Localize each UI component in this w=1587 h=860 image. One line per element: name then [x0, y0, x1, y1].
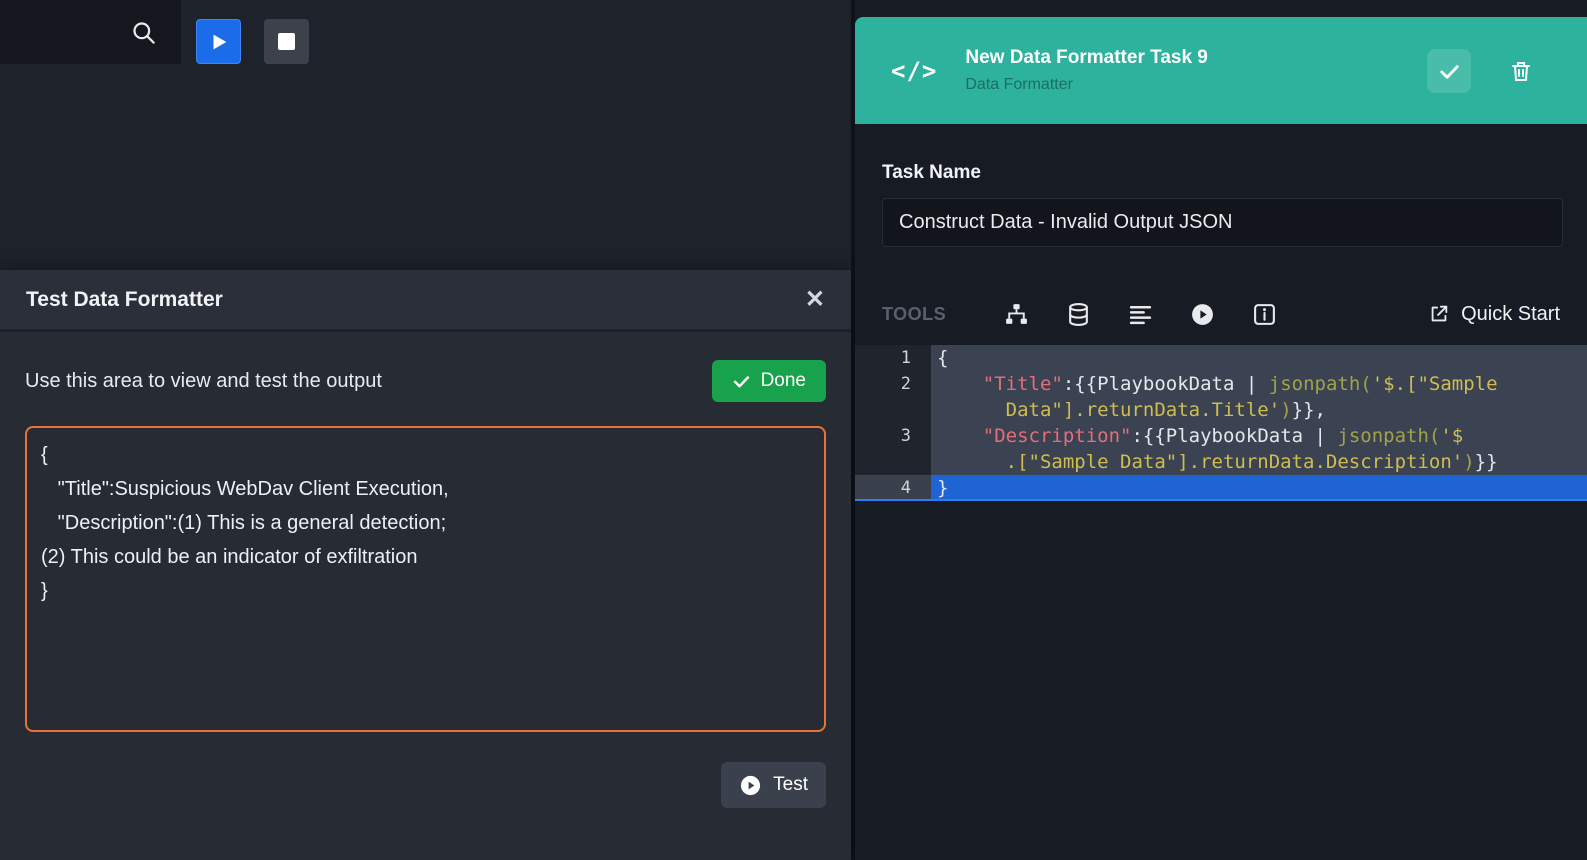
- check-icon: [732, 372, 751, 391]
- task-name-label: Task Name: [882, 162, 981, 184]
- code-line-text: .["Sample Data"].returnData.Description'…: [931, 449, 1587, 475]
- task-title: New Data Formatter Task 9: [965, 47, 1208, 69]
- check-icon: [1438, 60, 1461, 83]
- close-icon[interactable]: ✕: [805, 288, 825, 312]
- test-data-formatter-modal: Test Data Formatter ✕ Use this area to v…: [0, 270, 851, 860]
- tools-label: TOOLS: [882, 304, 946, 325]
- line-number: [855, 449, 931, 475]
- hierarchy-icon[interactable]: [1004, 302, 1029, 327]
- code-line-text: Data"].returnData.Title')}},: [931, 397, 1587, 423]
- line-number: 1: [855, 345, 931, 371]
- play-circle-icon[interactable]: [1190, 302, 1215, 327]
- output-textarea[interactable]: { "Title":Suspicious WebDav Client Execu…: [25, 426, 826, 732]
- code-line[interactable]: Data"].returnData.Title')}},: [855, 397, 1587, 423]
- test-button-label: Test: [773, 774, 808, 796]
- trash-icon: [1509, 58, 1533, 84]
- app-root: Test Data Formatter ✕ Use this area to v…: [0, 0, 1587, 860]
- code-line[interactable]: .["Sample Data"].returnData.Description'…: [855, 449, 1587, 475]
- run-button[interactable]: [196, 19, 241, 64]
- modal-body: Use this area to view and test the outpu…: [0, 360, 851, 808]
- code-editor[interactable]: 1{2 "Title":{{PlaybookData | jsonpath('$…: [855, 345, 1587, 501]
- done-button-label: Done: [761, 370, 806, 392]
- stop-icon: [278, 33, 295, 50]
- delete-task-button[interactable]: [1499, 49, 1543, 93]
- code-line-text: {: [931, 345, 1587, 371]
- line-number: 2: [855, 371, 931, 397]
- task-name-input[interactable]: [882, 198, 1563, 247]
- search-icon: [130, 19, 157, 46]
- test-button[interactable]: Test: [721, 762, 826, 808]
- code-line-text: "Description":{{PlaybookData | jsonpath(…: [931, 423, 1587, 449]
- line-number: [855, 397, 931, 423]
- done-button[interactable]: Done: [712, 360, 826, 402]
- quick-start-label: Quick Start: [1461, 303, 1560, 326]
- code-line[interactable]: 2 "Title":{{PlaybookData | jsonpath('$.[…: [855, 371, 1587, 397]
- info-icon[interactable]: [1252, 302, 1277, 327]
- stop-button[interactable]: [264, 19, 309, 64]
- search-box[interactable]: [0, 0, 181, 64]
- tools-bar: TOOLS: [855, 288, 1587, 340]
- code-line[interactable]: 4}: [855, 475, 1587, 501]
- line-number: 3: [855, 423, 931, 449]
- code-line-text: }: [931, 475, 1587, 499]
- modal-title: Test Data Formatter: [26, 288, 223, 312]
- lines-icon[interactable]: [1128, 302, 1153, 327]
- line-number: 4: [855, 475, 931, 499]
- modal-header: Test Data Formatter ✕: [0, 270, 851, 332]
- code-line[interactable]: 1{: [855, 345, 1587, 371]
- code-icon: </>: [891, 57, 937, 85]
- confirm-task-button[interactable]: [1427, 49, 1471, 93]
- task-config-panel: </> New Data Formatter Task 9 Data Forma…: [855, 0, 1587, 860]
- modal-instruction: Use this area to view and test the outpu…: [25, 370, 382, 393]
- task-subtitle: Data Formatter: [965, 76, 1208, 94]
- code-line-text: "Title":{{PlaybookData | jsonpath('$.["S…: [931, 371, 1587, 397]
- database-icon[interactable]: [1066, 302, 1091, 327]
- quick-start-button[interactable]: Quick Start: [1428, 303, 1560, 326]
- play-icon: [208, 31, 230, 53]
- task-header: </> New Data Formatter Task 9 Data Forma…: [855, 17, 1587, 124]
- external-link-icon: [1428, 303, 1450, 325]
- code-line[interactable]: 3 "Description":{{PlaybookData | jsonpat…: [855, 423, 1587, 449]
- play-circle-icon: [739, 774, 762, 797]
